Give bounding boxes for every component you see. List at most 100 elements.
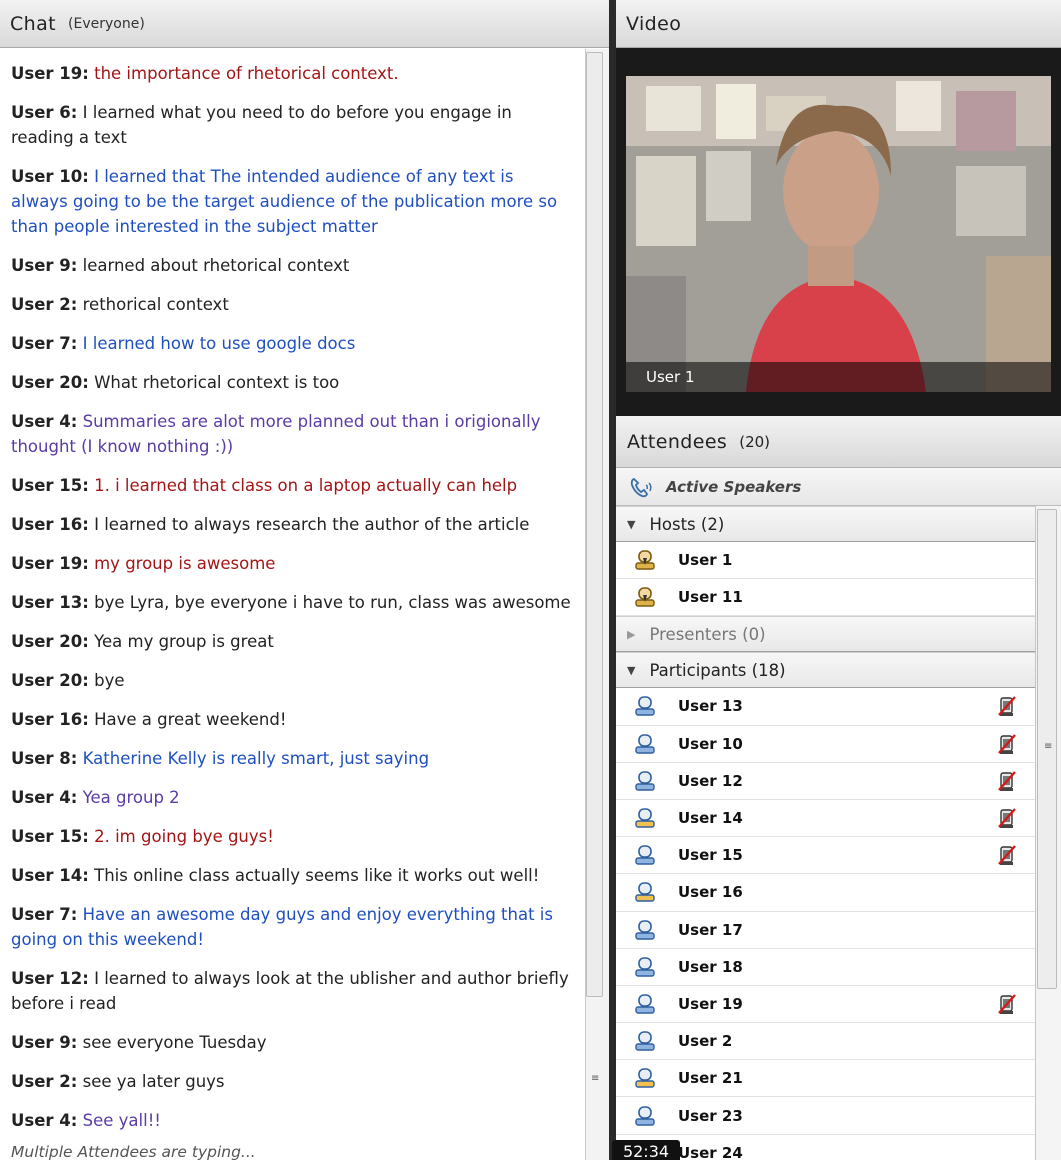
participant-avatar-icon [635,956,655,977]
attendee-row[interactable]: User 21 [616,1060,1035,1098]
chat-message: User 12: I learned to always look at the… [11,966,585,1016]
muted-mic-icon[interactable] [997,695,1017,717]
attendee-group-label: Presenters (0) [649,624,766,644]
chat-message-text: Have a great weekend! [94,710,287,729]
chat-message-text: What rhetorical context is too [94,373,340,392]
chat-message-text: I learned to always research the author … [94,515,530,534]
chat-message-text: This online class actually seems like it… [94,866,540,885]
chat-message-text: bye Lyra, bye everyone i have to run, cl… [94,593,571,612]
muted-mic-icon[interactable] [997,807,1017,829]
chat-title: Chat [10,12,57,35]
chat-message: User 2: rethorical context [11,292,585,317]
chat-message-text: learned about rhetorical context [82,256,350,275]
attendee-name: User 19 [678,994,743,1013]
pod-divider[interactable] [609,0,616,1160]
app-window: Chat (Everyone) User 19: the importance … [0,0,1061,1160]
muted-mic-icon[interactable] [997,844,1017,866]
attendee-group-header[interactable]: ▶ Presenters (0) [616,616,1035,653]
attendee-group-header[interactable]: ▼ Hosts (2) [616,506,1035,542]
muted-mic-icon[interactable] [997,733,1017,755]
triangle-down-icon[interactable]: ▼ [627,518,635,531]
chat-message: User 19: my group is awesome [11,551,585,576]
muted-mic-icon[interactable] [997,770,1017,792]
elapsed-time-badge: 52:34 [612,1140,680,1160]
phone-icon [630,477,652,497]
chat-message-sender: User 16: [11,515,89,534]
chat-message: User 4: Yea group 2 [11,785,585,810]
chat-message-text: Have an awesome day guys and enjoy every… [11,905,553,949]
chat-resize-grip-icon[interactable]: ≡ [591,1073,599,1084]
active-speakers-bar[interactable]: Active Speakers [616,468,1061,506]
attendee-row[interactable]: User 15 [616,837,1035,875]
chat-message: User 7: I learned how to use google docs [11,331,585,356]
muted-mic-icon[interactable] [997,993,1017,1015]
chat-message: User 16: Have a great weekend! [11,707,585,732]
attendee-row[interactable]: User 10 [616,726,1035,763]
chat-message: User 19: the importance of rhetorical co… [11,61,585,86]
chat-audience[interactable]: (Everyone) [68,16,145,32]
attendee-list[interactable]: ▼ Hosts (2) User 1 User 11 ▶ Presenters (0) ▼ P… [616,506,1035,1160]
chat-message-sender: User 8: [11,749,78,768]
attendee-row[interactable]: User 18 [616,949,1035,986]
chat-message-sender: User 7: [11,334,78,353]
chat-message-sender: User 20: [11,671,89,690]
chat-message: User 15: 2. im going bye guys! [11,824,585,849]
chat-message: User 9: learned about rhetorical context [11,253,585,278]
attendee-row[interactable]: User 19 [616,986,1035,1024]
participant-avatar-icon [635,1031,655,1051]
chat-message-text: Summaries are alot more planned out than… [11,412,541,456]
participant-avatar-icon [635,733,655,754]
attendee-name: User 17 [678,920,743,939]
attendee-name: User 18 [678,957,743,976]
attendee-row[interactable]: User 16 [616,874,1035,912]
attendee-row[interactable]: User 12 [616,763,1035,800]
attendee-row[interactable]: User 1 [616,542,1035,580]
chat-message: User 6: I learned what you need to do be… [11,100,585,150]
attendee-row[interactable]: User 14 [616,800,1035,838]
chat-scrollbar-thumb[interactable] [586,52,603,997]
chat-message-text: See yall!! [82,1111,161,1130]
chat-message: User 16: I learned to always research th… [11,512,585,537]
chat-message: User 15: 1. i learned that class on a la… [11,473,585,498]
attendee-row[interactable]: User 23 [616,1097,1035,1135]
triangle-down-icon[interactable]: ▼ [627,664,635,677]
attendee-row[interactable]: User 11 [616,579,1035,617]
video-caption: User 1 [626,362,1051,392]
chat-message-text: Katherine Kelly is really smart, just sa… [82,749,430,768]
attendee-name: User 16 [678,883,743,902]
chat-message: User 20: Yea my group is great [11,629,585,654]
attendee-name: User 11 [678,588,743,607]
chat-message-sender: User 10: [11,167,89,186]
chat-message-text: see ya later guys [82,1072,225,1091]
video-stream[interactable] [626,76,1051,392]
chat-message-text: Yea group 2 [82,788,180,807]
participant-avatar-icon [635,771,655,791]
attendee-row[interactable]: User 13 [616,688,1035,726]
chat-header: Chat (Everyone) [0,0,609,48]
triangle-right-icon[interactable]: ▶ [627,628,635,641]
chat-message: User 10: I learned that The intended aud… [11,164,585,239]
attendees-title: Attendees [627,430,728,453]
chat-message-list[interactable]: User 19: the importance of rhetorical co… [0,49,585,1160]
attendee-row[interactable]: User 17 [616,912,1035,949]
chat-message-sender: User 13: [11,593,89,612]
host-avatar-icon [635,587,655,607]
chat-message-text: my group is awesome [94,554,276,573]
video-title: Video [626,12,682,35]
chat-message: User 13: bye Lyra, bye everyone i have t… [11,590,585,615]
chat-message-sender: User 4: [11,1111,78,1130]
attendee-group-header[interactable]: ▼ Participants (18) [616,652,1035,689]
attendee-resize-grip-icon[interactable]: ≡ [1044,741,1052,752]
active-speakers-label: Active Speakers [666,477,802,496]
host-avatar-icon [635,550,655,570]
participant-avatar-icon [635,696,655,717]
chat-message-sender: User 20: [11,632,89,651]
attendees-header: Attendees (20) [616,416,1061,468]
chat-message-text: I learned that The intended audience of … [11,167,558,236]
chat-message: User 7: Have an awesome day guys and enj… [11,902,585,952]
participant-avatar-icon [635,1105,655,1126]
attendee-name: User 24 [678,1143,743,1160]
chat-message-sender: User 15: [11,827,89,846]
participant-avatar-icon [635,845,655,865]
attendee-row[interactable]: User 2 [616,1023,1035,1061]
